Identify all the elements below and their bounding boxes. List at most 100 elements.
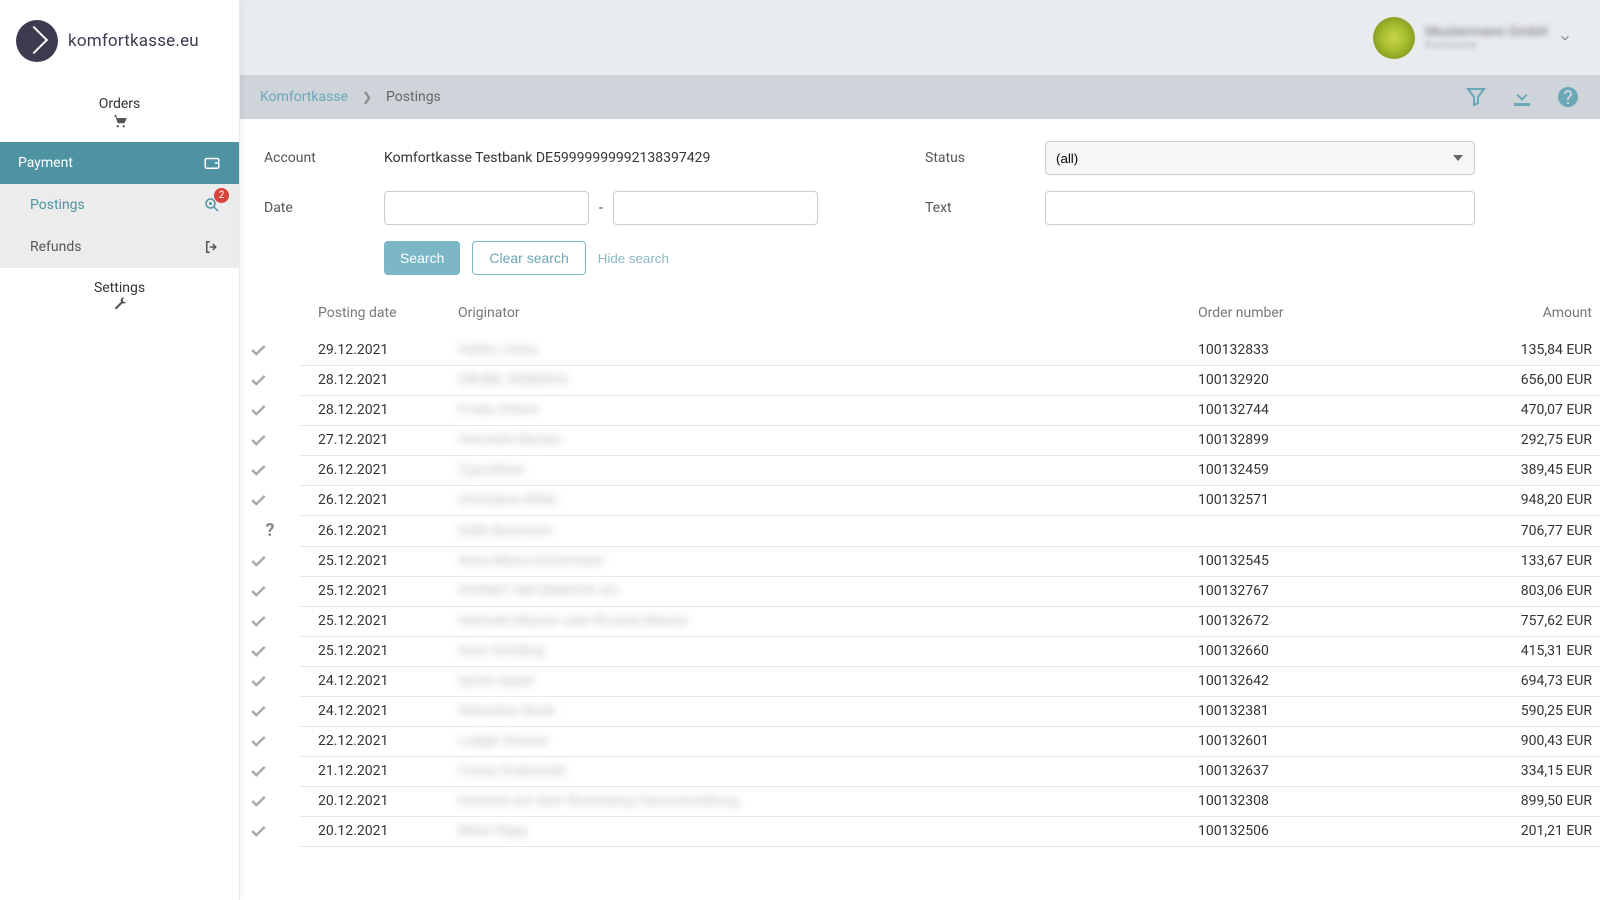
table-row[interactable]: 21.12.2021Conny Grabowski100132637334,15…: [240, 756, 1600, 786]
row-date: 26.12.2021: [300, 455, 450, 485]
text-input[interactable]: [1045, 191, 1475, 225]
table-row[interactable]: 26.12.2021Cyprothias100132459389,45 EUR: [240, 455, 1600, 485]
table-row[interactable]: 25.12.2021Anna-Maria Schürmann1001325451…: [240, 546, 1600, 576]
row-originator: Anna-Maria Schürmann: [450, 546, 1190, 576]
row-originator: GRUBE, REBEKKA: [450, 365, 1190, 395]
breadcrumb-bar: Komfortkasse ❯ Postings: [240, 75, 1600, 119]
row-status-icon: [240, 455, 300, 485]
hide-search-button[interactable]: Hide search: [598, 251, 669, 266]
breadcrumb-root[interactable]: Komfortkasse: [260, 89, 348, 105]
nav-orders[interactable]: Orders: [0, 84, 239, 142]
text-label: Text: [925, 200, 1035, 216]
table-row[interactable]: 28.12.2021GRUBE, REBEKKA100132920656,00 …: [240, 365, 1600, 395]
row-status-icon: [240, 636, 300, 666]
row-date: 28.12.2021: [300, 365, 450, 395]
row-originator: Sven Schilling: [450, 636, 1190, 666]
row-order: 100132506: [1190, 816, 1440, 846]
row-status-icon: [240, 666, 300, 696]
postings-table-wrap: Posting date Originator Order number Amo…: [240, 285, 1600, 867]
main-content: Mustermann GmbH Kontoname Komfortkasse ❯…: [240, 0, 1600, 900]
brand-logo-area: komfortkasse.eu: [0, 0, 239, 84]
row-order: [1190, 515, 1440, 546]
table-row[interactable]: 25.12.2021POPNET INFORMATIK AG1001327678…: [240, 576, 1600, 606]
nav-refunds[interactable]: Refunds: [0, 226, 239, 268]
row-date: 25.12.2021: [300, 636, 450, 666]
row-status-icon: [240, 395, 300, 425]
nav-refunds-label: Refunds: [30, 239, 82, 255]
table-row[interactable]: 20.12.2021Institute auf dem Rosenberg Ha…: [240, 786, 1600, 816]
row-order: 100132920: [1190, 365, 1440, 395]
date-to-input[interactable]: [613, 191, 818, 225]
status-select[interactable]: (all): [1045, 141, 1475, 175]
table-row[interactable]: 20.12.2021Milan Rapp100132506201,21 EUR: [240, 816, 1600, 846]
row-originator: Milan Rapp: [450, 816, 1190, 846]
chevron-down-icon: [1558, 31, 1572, 45]
row-date: 21.12.2021: [300, 756, 450, 786]
table-row[interactable]: 27.12.2021Henriette Becker100132899292,7…: [240, 425, 1600, 455]
nav: Orders Payment Postings 2: [0, 84, 239, 326]
row-amount: 706,77 EUR: [1440, 515, 1600, 546]
chevron-right-icon: ❯: [362, 90, 372, 104]
postings-badge: 2: [214, 188, 229, 203]
breadcrumb-current: Postings: [386, 89, 441, 105]
nav-settings[interactable]: Settings: [0, 268, 239, 326]
row-amount: 470,07 EUR: [1440, 395, 1600, 425]
row-originator: Hallen, Greta: [450, 335, 1190, 365]
brand-name: komfortkasse.eu: [68, 31, 199, 51]
filter-icon[interactable]: [1464, 85, 1488, 109]
table-row[interactable]: 25.12.2021Sven Schilling100132660415,31 …: [240, 636, 1600, 666]
row-originator: POPNET INFORMATIK AG: [450, 576, 1190, 606]
row-date: 20.12.2021: [300, 816, 450, 846]
cart-icon: [111, 112, 129, 130]
col-amount[interactable]: Amount: [1440, 295, 1600, 335]
date-from-input[interactable]: [384, 191, 589, 225]
help-icon[interactable]: [1556, 85, 1580, 109]
table-row[interactable]: 25.12.2021Helmuth Maurer oder Ricarda Ma…: [240, 606, 1600, 636]
row-date: 27.12.2021: [300, 425, 450, 455]
table-row[interactable]: 24.12.2021Sylvia Appel100132642694,73 EU…: [240, 666, 1600, 696]
row-originator: Edith Baumann: [450, 515, 1190, 546]
table-row[interactable]: 29.12.2021Hallen, Greta100132833135,84 E…: [240, 335, 1600, 365]
account-sub: Kontoname: [1425, 40, 1548, 51]
row-date: 25.12.2021: [300, 576, 450, 606]
nav-settings-label: Settings: [94, 280, 145, 296]
row-amount: 948,20 EUR: [1440, 485, 1600, 515]
row-status-icon: [240, 576, 300, 606]
table-row[interactable]: 24.12.2021Sebastian Bode100132381590,25 …: [240, 696, 1600, 726]
row-amount: 694,73 EUR: [1440, 666, 1600, 696]
row-status-icon: [240, 696, 300, 726]
table-row[interactable]: ?26.12.2021Edith Baumann706,77 EUR: [240, 515, 1600, 546]
nav-payment-label: Payment: [18, 155, 73, 171]
wallet-icon: [203, 154, 221, 172]
col-order-number[interactable]: Order number: [1190, 295, 1440, 335]
row-date: 26.12.2021: [300, 485, 450, 515]
row-order: 100132833: [1190, 335, 1440, 365]
row-amount: 133,67 EUR: [1440, 546, 1600, 576]
table-row[interactable]: 26.12.2021Christiane Witte100132571948,2…: [240, 485, 1600, 515]
search-money-icon: 2: [203, 196, 221, 214]
account-menu[interactable]: Mustermann GmbH Kontoname: [1373, 17, 1572, 59]
filter-panel: Account Komfortkasse Testbank DE59999999…: [240, 119, 1600, 285]
row-order: 100132672: [1190, 606, 1440, 636]
table-row[interactable]: 28.12.2021Friske Online100132744470,07 E…: [240, 395, 1600, 425]
col-originator[interactable]: Originator: [450, 295, 1190, 335]
row-status-icon: [240, 786, 300, 816]
search-button[interactable]: Search: [384, 241, 460, 275]
row-date: 26.12.2021: [300, 515, 450, 546]
row-amount: 757,62 EUR: [1440, 606, 1600, 636]
row-status-icon: [240, 726, 300, 756]
download-icon[interactable]: [1510, 85, 1534, 109]
col-posting-date[interactable]: Posting date: [300, 295, 450, 335]
row-order: 100132308: [1190, 786, 1440, 816]
nav-payment[interactable]: Payment: [0, 142, 239, 184]
row-amount: 415,31 EUR: [1440, 636, 1600, 666]
row-date: 25.12.2021: [300, 606, 450, 636]
row-originator: Sylvia Appel: [450, 666, 1190, 696]
nav-postings[interactable]: Postings 2: [0, 184, 239, 226]
row-amount: 899,50 EUR: [1440, 786, 1600, 816]
row-status-icon: [240, 606, 300, 636]
clear-search-button[interactable]: Clear search: [472, 241, 585, 275]
page-actions: [1464, 85, 1580, 109]
table-row[interactable]: 22.12.2021Ludger Krause100132601900,43 E…: [240, 726, 1600, 756]
row-originator: Helmuth Maurer oder Ricarda Maurer: [450, 606, 1190, 636]
